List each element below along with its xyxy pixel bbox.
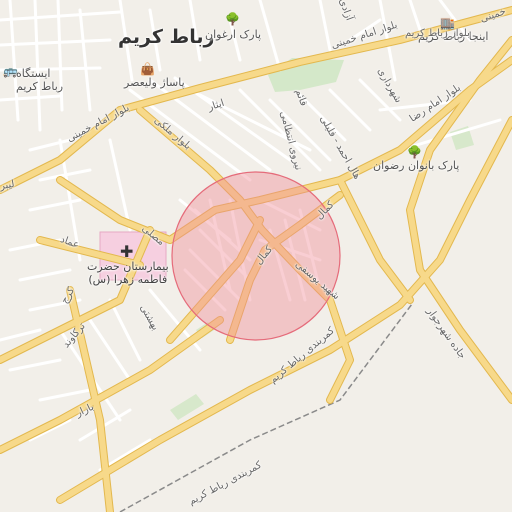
poi-label: پارک ارغوان <box>205 28 262 41</box>
city-label: رباط کریم <box>118 26 215 48</box>
poi-label: ایستگاه رباط کریم <box>16 67 64 93</box>
shopping-bag-icon[interactable]: 👜 <box>140 63 155 75</box>
tree-icon[interactable]: 🌳 <box>407 146 422 158</box>
hospital-cross-icon[interactable]: ✚ <box>120 244 133 260</box>
road-label: بلوار رباط کریم <box>405 28 470 39</box>
poi-label: پارک بانوان رضوان <box>373 159 460 172</box>
map-view[interactable]: 🌳 👜 🚌 🏬 🌳 ✚ رباط کریم پارک ارغوان پاساژ … <box>0 0 512 512</box>
poi-label: بیمارستان حضرت فاطمه زهرا (س) <box>87 260 169 286</box>
tree-icon[interactable]: 🌳 <box>225 13 240 25</box>
poi-label: پاساژ ولیعصر <box>124 76 185 89</box>
